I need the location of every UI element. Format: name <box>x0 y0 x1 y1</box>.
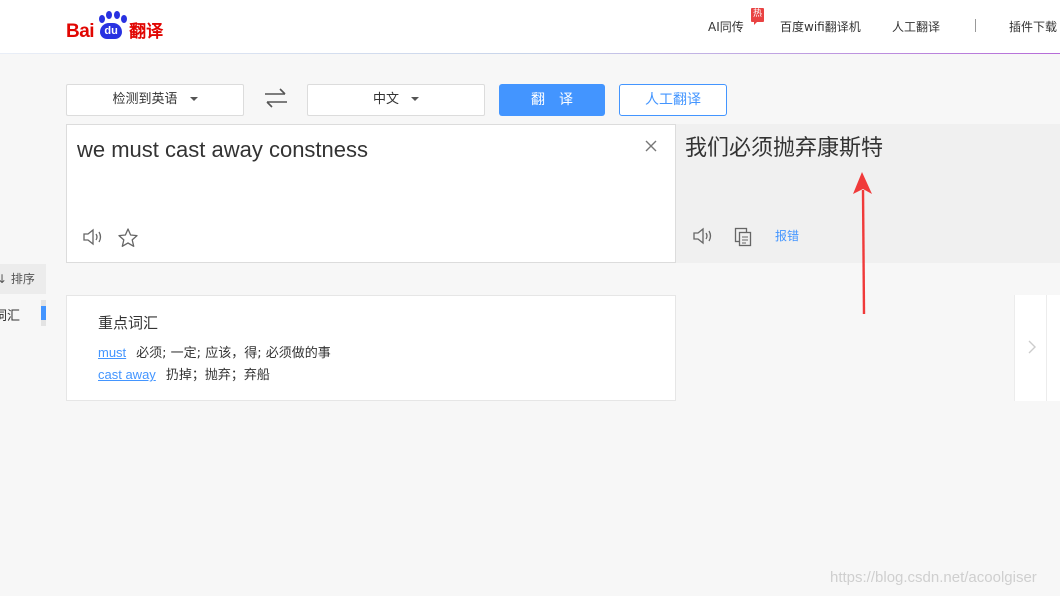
chevron-down-icon <box>411 96 419 101</box>
sort-label: ↓ 排序 <box>0 272 35 286</box>
target-language-label: 中文 <box>372 92 399 107</box>
vocab-definition: 必须; 一定; 应该，得; 必须做的事 <box>136 346 331 361</box>
chevron-right-icon[interactable] <box>1026 339 1038 355</box>
nav-plugin-download[interactable]: 插件下载 <box>1009 19 1057 35</box>
close-icon[interactable] <box>643 138 659 154</box>
source-language-label: 检测到英语 <box>112 92 178 107</box>
side-card-edge <box>1014 295 1060 401</box>
star-icon[interactable] <box>117 227 139 249</box>
watermark-text: https://blog.csdn.net/acoolgiser <box>830 569 1037 586</box>
list-item: cast away 扔掉；抛弃；弃船 <box>98 366 270 385</box>
key-vocabulary-card: 重点词汇 must 必须; 一定; 应该，得; 必须做的事 cast away 扔掉… <box>66 295 676 401</box>
nav-divider <box>975 19 976 32</box>
source-language-select[interactable]: 检测到英语 <box>66 84 244 116</box>
nav-wifi-translator[interactable]: 百度wifi翻译机 <box>780 19 861 35</box>
human-translate-button[interactable]: 人工翻译 <box>619 84 727 116</box>
red-arrow-annotation <box>853 172 872 315</box>
vocab-word-link[interactable]: cast away <box>98 367 156 382</box>
speaker-icon[interactable] <box>82 227 104 247</box>
sidebar-item-vocabulary[interactable]: 词汇 <box>0 305 30 324</box>
logo-name-text: 翻译 <box>129 22 164 42</box>
top-header: Bai du 翻译 AI同传 热 百度wifi翻译机 人工翻译 插件下载 <box>0 0 1060 54</box>
target-language-select[interactable]: 中文 <box>307 84 485 116</box>
divider <box>1046 295 1047 401</box>
swap-languages-icon[interactable] <box>264 88 288 108</box>
translation-text: 我们必须抛弃康斯特 <box>685 136 884 161</box>
sidebar-vocab-label: 词汇 <box>0 309 21 324</box>
translate-button[interactable]: 翻译 <box>499 84 605 116</box>
vocabulary-title: 重点词汇 <box>98 314 159 332</box>
source-text-area[interactable]: we must cast away constness <box>66 124 676 263</box>
logo-du-text: du <box>100 23 123 39</box>
copy-icon[interactable] <box>734 227 752 247</box>
report-error-link[interactable]: 报错 <box>775 228 799 244</box>
chevron-down-icon <box>189 96 198 101</box>
logo-bai-text: Bai <box>66 21 95 42</box>
list-item: must 必须; 一定; 应该，得; 必须做的事 <box>98 344 331 363</box>
nav-ai-simultaneous[interactable]: AI同传 <box>708 19 744 35</box>
sort-tab[interactable]: ↓ 排序 <box>0 264 46 294</box>
hot-badge: 热 <box>751 8 764 25</box>
vocab-word-link[interactable]: must <box>98 345 126 360</box>
sidebar-active-indicator <box>41 306 46 320</box>
baidu-translate-logo[interactable]: Bai du 翻译 <box>66 9 163 41</box>
paw-icon: du <box>95 11 128 41</box>
nav-human-translate[interactable]: 人工翻译 <box>892 19 940 35</box>
vocab-definition: 扔掉；抛弃；弃船 <box>165 368 270 383</box>
speaker-icon[interactable] <box>692 226 714 246</box>
source-text[interactable]: we must cast away constness <box>77 135 368 165</box>
